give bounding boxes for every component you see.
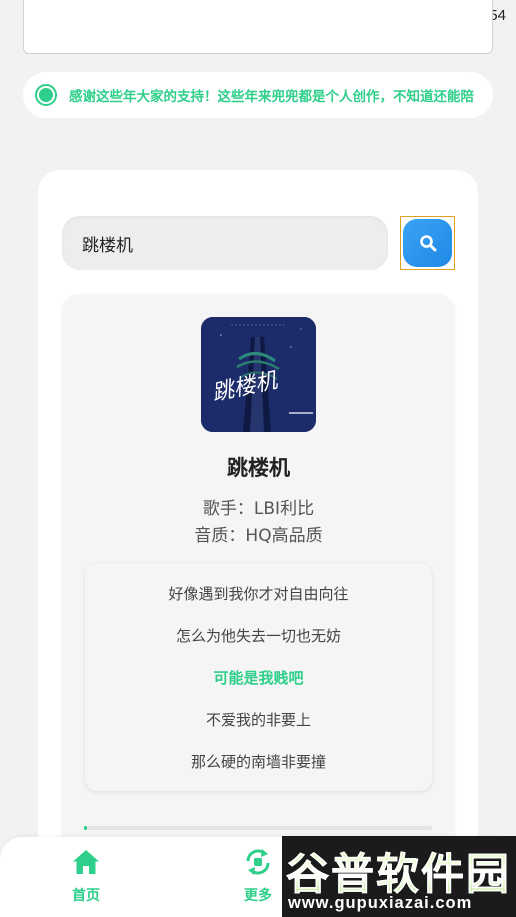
progress-fill	[84, 826, 88, 830]
lyric-line-current: 可能是我贱吧	[213, 669, 304, 687]
watermark-url: www.gupuxiazai.com	[288, 894, 473, 912]
album-cover: 跳楼机	[201, 317, 316, 432]
lyric-line-1: 好像遇到我你才对自由向往	[168, 585, 349, 603]
notice-bar: 感谢这些年大家的支持！这些年来兜兜都是个人创作，不知道还能陪	[23, 72, 493, 118]
search-icon	[419, 235, 436, 252]
nav-label-home: 首页	[72, 888, 100, 904]
search-input[interactable]	[62, 216, 388, 270]
watermark: 谷普软件园 www.gupuxiazai.com	[282, 836, 516, 917]
home-icon	[73, 850, 99, 874]
top-card	[23, 0, 493, 54]
notice-dot-icon	[35, 84, 57, 106]
song-quality: 音质：HQ高品质	[194, 526, 323, 546]
notice-text: 感谢这些年大家的支持！这些年来兜兜都是个人创作，不知道还能陪	[69, 89, 474, 105]
progress-bar[interactable]	[84, 826, 432, 830]
lyric-line-2: 怎么为他失去一切也无妨	[175, 627, 341, 645]
watermark-title: 谷普软件园	[286, 840, 511, 902]
lyric-line-5: 那么硬的南墙非要撞	[190, 753, 326, 771]
song-singer: 歌手：LBI利比	[202, 499, 315, 519]
search-button[interactable]	[400, 216, 455, 270]
song-title: 跳楼机	[227, 456, 290, 480]
nav-item-home[interactable]: 首页	[51, 849, 121, 905]
lyric-line-4: 不爱我的非要上	[205, 711, 311, 729]
refresh-apps-icon	[246, 849, 270, 875]
